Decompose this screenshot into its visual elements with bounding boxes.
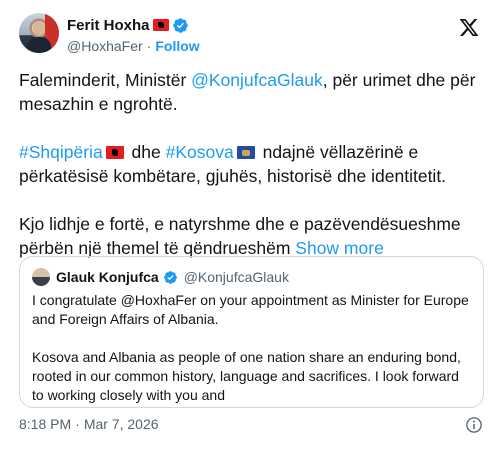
- quoted-post-text: I congratulate @HoxhaFer on your appoint…: [32, 291, 472, 424]
- verified-badge-icon: [172, 17, 188, 33]
- post-text-segment: dhe: [126, 142, 166, 162]
- handle-separator: ·: [146, 38, 152, 54]
- kosovo-flag-icon: [236, 146, 255, 159]
- post-text-segment: Kjo lidhje e fortë, e natyrshme dhe e pa…: [19, 214, 461, 258]
- embedded-post-card: Ferit Hoxha @HoxhaFer · Follow Faleminde…: [0, 0, 501, 452]
- x-logo-icon[interactable]: [458, 17, 480, 38]
- show-more-link[interactable]: Show more: [295, 238, 384, 258]
- post-timestamp[interactable]: 8:18 PM · Mar 7, 2026: [19, 416, 159, 432]
- info-icon[interactable]: [465, 416, 483, 434]
- verified-badge-icon: [163, 270, 177, 284]
- albania-flag-icon: [152, 19, 169, 31]
- mention-link[interactable]: @KonjufcaGlauk: [191, 70, 323, 90]
- timestamp-separator: ·: [75, 416, 80, 432]
- post-time: 8:18 PM: [19, 416, 72, 432]
- post-text-segment: Faleminderit, Ministër: [19, 70, 192, 90]
- post-paragraph-2: #Shqipëria dhe #Kosova ndajnë vëllazërin…: [19, 140, 484, 188]
- quoted-paragraph-2: Kosova and Albania as people of one nati…: [32, 349, 461, 403]
- post-date: Mar 7, 2026: [83, 416, 159, 432]
- post-text: Faleminderit, Ministër @KonjufcaGlauk, p…: [19, 68, 484, 284]
- quoted-post[interactable]: Glauk Konjufca @KonjufcaGlauk I congratu…: [19, 256, 484, 408]
- avatar-face: [33, 21, 45, 36]
- author-name-row: Ferit Hoxha: [67, 15, 189, 35]
- quoted-author-name: Glauk Konjufca: [56, 269, 159, 285]
- follow-button[interactable]: Follow: [155, 38, 199, 54]
- author-handle-row: @HoxhaFer · Follow: [67, 38, 200, 54]
- author-handle[interactable]: @HoxhaFer: [67, 38, 143, 54]
- quoted-post-header: Glauk Konjufca @KonjufcaGlauk: [32, 268, 289, 286]
- quoted-author-handle: @KonjufcaGlauk: [183, 269, 289, 285]
- quoted-paragraph-1: I congratulate @HoxhaFer on your appoint…: [32, 292, 469, 327]
- post-paragraph-1: Faleminderit, Ministër @KonjufcaGlauk, p…: [19, 68, 484, 116]
- quoted-author-avatar: [32, 268, 50, 286]
- hashtag-kosova-link[interactable]: #Kosova: [166, 142, 234, 162]
- post-paragraph-3: Kjo lidhje e fortë, e natyrshme dhe e pa…: [19, 212, 484, 260]
- avatar-suit: [27, 37, 51, 53]
- hashtag-shqiperia-link[interactable]: #Shqipëria: [19, 142, 103, 162]
- author-avatar[interactable]: [19, 13, 59, 53]
- author-display-name[interactable]: Ferit Hoxha: [67, 17, 150, 34]
- albania-flag-icon: [105, 146, 124, 159]
